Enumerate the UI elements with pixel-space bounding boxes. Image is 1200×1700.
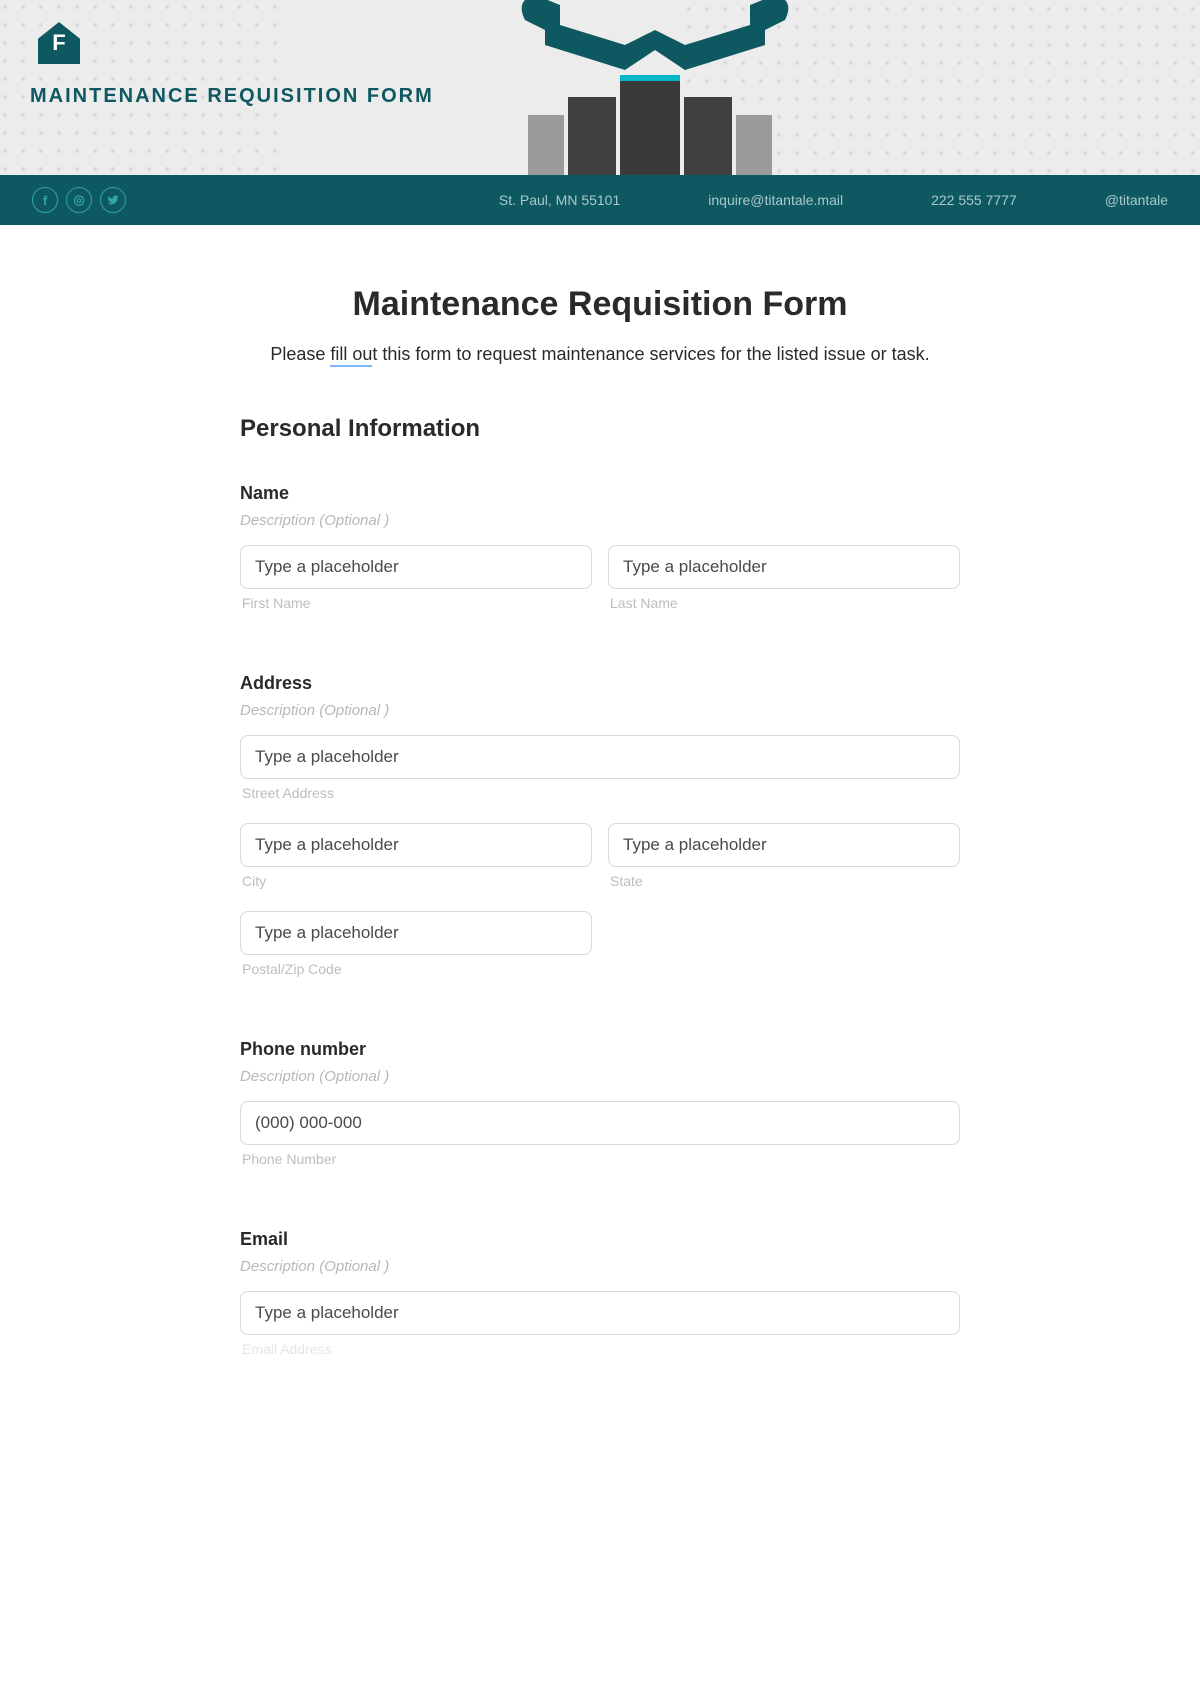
last-name-sublabel: Last Name	[610, 595, 960, 611]
company-logo: F	[38, 22, 80, 64]
city-input[interactable]	[240, 823, 592, 867]
field-name: Name Description (Optional ) First Name …	[240, 483, 960, 625]
intro-text: Please	[270, 344, 330, 364]
form-title: Maintenance Requisition Form	[240, 285, 960, 324]
instagram-icon[interactable]: ◎	[66, 187, 92, 213]
phone-label: Phone number	[240, 1039, 960, 1060]
field-email: Email Description (Optional ) Email Addr…	[240, 1229, 960, 1371]
zip-sublabel: Postal/Zip Code	[242, 961, 592, 977]
form-intro: Please fill out this form to request mai…	[240, 344, 960, 365]
wrench-icon	[505, 0, 805, 70]
street-input[interactable]	[240, 735, 960, 779]
building-illustration	[520, 65, 780, 175]
field-address: Address Description (Optional ) Street A…	[240, 673, 960, 991]
social-links: f ◎	[32, 187, 126, 213]
state-sublabel: State	[610, 873, 960, 889]
phone-desc: Description (Optional )	[240, 1068, 960, 1085]
email-label: Email	[240, 1229, 960, 1250]
phone-input[interactable]	[240, 1101, 960, 1145]
hero-banner: F MAINTENANCE REQUISITION FORM	[0, 0, 1200, 175]
contact-address: St. Paul, MN 55101	[499, 192, 620, 208]
email-sublabel: Email Address	[242, 1341, 960, 1357]
zip-input[interactable]	[240, 911, 592, 955]
name-label: Name	[240, 483, 960, 504]
email-input[interactable]	[240, 1291, 960, 1335]
logo-icon: F	[38, 22, 80, 64]
hero-title: MAINTENANCE REQUISITION FORM	[30, 85, 434, 108]
phone-sublabel: Phone Number	[242, 1151, 960, 1167]
contact-phone: 222 555 7777	[931, 192, 1017, 208]
street-sublabel: Street Address	[242, 785, 960, 801]
intro-text-after: t this form to request maintenance servi…	[372, 344, 929, 364]
twitter-icon[interactable]	[100, 187, 126, 213]
last-name-input[interactable]	[608, 545, 960, 589]
form-container: Maintenance Requisition Form Please fill…	[220, 285, 980, 1419]
address-label: Address	[240, 673, 960, 694]
contact-bar: f ◎ St. Paul, MN 55101 inquire@titantale…	[0, 175, 1200, 225]
section-personal-info: Personal Information	[240, 415, 960, 443]
email-desc: Description (Optional )	[240, 1258, 960, 1275]
city-sublabel: City	[242, 873, 592, 889]
address-desc: Description (Optional )	[240, 702, 960, 719]
first-name-sublabel: First Name	[242, 595, 592, 611]
intro-underline: fill ou	[330, 344, 372, 367]
first-name-input[interactable]	[240, 545, 592, 589]
contact-email: inquire@titantale.mail	[708, 192, 843, 208]
contact-handle: @titantale	[1105, 192, 1168, 208]
state-input[interactable]	[608, 823, 960, 867]
facebook-icon[interactable]: f	[32, 187, 58, 213]
field-phone: Phone number Description (Optional ) Pho…	[240, 1039, 960, 1181]
name-desc: Description (Optional )	[240, 512, 960, 529]
